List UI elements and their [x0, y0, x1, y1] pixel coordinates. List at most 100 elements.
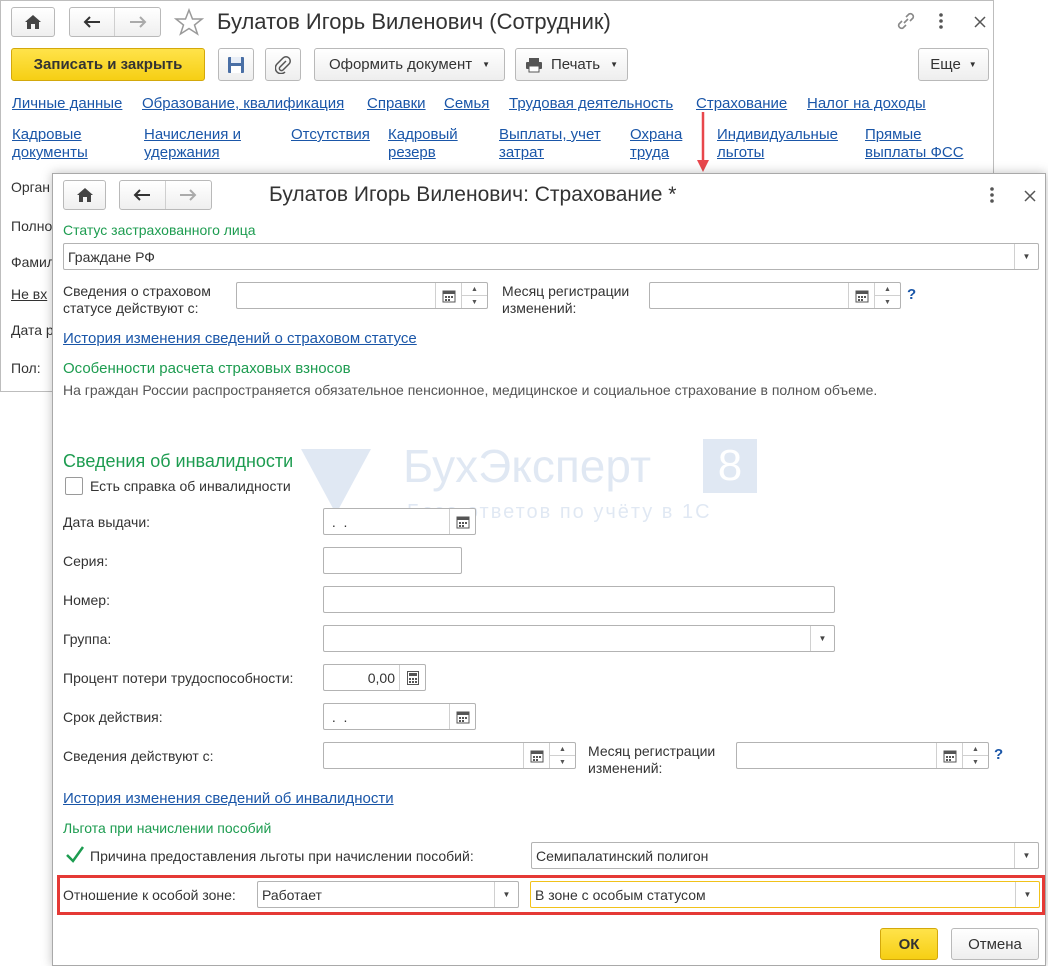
tab-income-tax[interactable]: Налог на доходы: [807, 95, 926, 113]
spin-up-icon[interactable]: ▲: [462, 283, 487, 296]
calendar-icon[interactable]: [848, 283, 874, 308]
tab-personal[interactable]: Личные данные: [12, 95, 122, 113]
calculator-icon[interactable]: [399, 665, 425, 690]
home-button[interactable]: [11, 7, 55, 37]
issue-date-input[interactable]: . .: [323, 508, 476, 535]
forward-arrow-icon[interactable]: [166, 181, 212, 209]
dropdown-arrow-icon[interactable]: ▼: [1014, 244, 1038, 269]
spin-down-icon[interactable]: ▼: [963, 756, 988, 768]
tab-individual-benefits[interactable]: Индивидуальные льготы: [717, 126, 838, 162]
insured-status-select[interactable]: Граждане РФ ▼: [63, 243, 1039, 270]
forward-arrow-icon[interactable]: [115, 8, 160, 36]
group-select[interactable]: ▼: [323, 625, 835, 652]
spin-buttons[interactable]: ▲ ▼: [549, 743, 575, 768]
calendar-icon[interactable]: [449, 704, 475, 729]
calendar-icon[interactable]: [523, 743, 549, 768]
more-vert-icon[interactable]: [989, 186, 995, 207]
star-icon[interactable]: [173, 7, 205, 39]
spin-up-icon[interactable]: ▲: [550, 743, 575, 756]
save-button[interactable]: [218, 48, 254, 81]
tab-hr-documents[interactable]: Кадровые документы: [12, 126, 88, 162]
loss-percent-value: 0,00: [367, 669, 395, 686]
more-button[interactable]: Еще ▼: [918, 48, 989, 81]
registration-month-input[interactable]: ▲ ▼: [649, 282, 901, 309]
effective-from-input[interactable]: ▲ ▼: [323, 742, 576, 769]
help-icon[interactable]: ?: [994, 746, 1003, 763]
cancel-button[interactable]: Отмена: [951, 928, 1039, 960]
tab-label: Выплаты, учет: [499, 126, 601, 143]
history-status-link[interactable]: История изменения сведений о страховом с…: [63, 330, 417, 348]
more-vert-icon[interactable]: [938, 12, 944, 33]
tab-label: затрат: [499, 144, 544, 161]
tab-labor-safety[interactable]: Охрана труда: [630, 126, 682, 162]
history-disability-link[interactable]: История изменения сведений об инвалиднос…: [63, 790, 394, 808]
has-certificate-checkbox[interactable]: [65, 477, 83, 495]
contributions-header: Особенности расчета страховых взносов: [63, 360, 351, 377]
benefit-reason-select[interactable]: Семипалатинский полигон ▼: [531, 842, 1039, 869]
tab-insurance[interactable]: Страхование: [696, 95, 787, 113]
dropdown-arrow-icon: ▼: [968, 60, 977, 69]
attach-button[interactable]: [265, 48, 301, 81]
number-label: Номер:: [63, 592, 110, 608]
tab-label: Индивидуальные: [717, 126, 838, 143]
tab-accruals[interactable]: Начисления и удержания: [144, 126, 241, 162]
registration-month-2-label: Месяц регистрации изменений:: [588, 743, 715, 777]
series-input[interactable]: [323, 547, 462, 574]
status-effective-date-input[interactable]: ▲ ▼: [236, 282, 488, 309]
number-input[interactable]: [323, 586, 835, 613]
dropdown-arrow-icon[interactable]: ▼: [1014, 843, 1038, 868]
floppy-icon: [228, 56, 244, 73]
status-effective-label: Сведения о страховом статусе действуют с…: [63, 283, 211, 317]
calendar-icon[interactable]: [435, 283, 461, 308]
close-icon[interactable]: [1024, 189, 1036, 205]
dropdown-arrow-icon[interactable]: ▼: [810, 626, 834, 651]
tab-education[interactable]: Образование, квалификация: [142, 95, 344, 113]
tab-family[interactable]: Семья: [444, 95, 489, 113]
validity-input[interactable]: . .: [323, 703, 476, 730]
tab-employment[interactable]: Трудовая деятельность: [509, 95, 673, 113]
spin-buttons[interactable]: ▲ ▼: [962, 743, 988, 768]
tab-hr-reserve[interactable]: Кадровый резерв: [388, 126, 458, 162]
tab-absences[interactable]: Отсутствия: [291, 126, 370, 144]
tab-payments[interactable]: Выплаты, учет затрат: [499, 126, 601, 162]
validity-value: . .: [328, 708, 348, 725]
tab-label: Прямые: [865, 126, 922, 143]
print-label: Печать: [550, 56, 601, 73]
spin-buttons[interactable]: ▲ ▼: [874, 283, 900, 308]
tab-label: документы: [12, 144, 88, 161]
link-icon[interactable]: [896, 11, 916, 34]
tab-fss-payments[interactable]: Прямые выплаты ФСС: [865, 126, 964, 162]
back-arrow-icon[interactable]: [70, 8, 116, 36]
tab-certificates[interactable]: Справки: [367, 95, 426, 113]
insurance-dialog: БухЭксперт 8 База ответов по учёту в 1С …: [52, 173, 1046, 966]
issue-date-label: Дата выдачи:: [63, 514, 151, 530]
insured-status-header: Статус застрахованного лица: [63, 222, 256, 238]
dropdown-arrow-icon[interactable]: ▼: [1015, 882, 1039, 907]
calendar-icon[interactable]: [936, 743, 962, 768]
registration-month-2-input[interactable]: ▲ ▼: [736, 742, 989, 769]
create-document-button[interactable]: Оформить документ ▼: [314, 48, 505, 81]
help-icon[interactable]: ?: [907, 286, 916, 303]
dialog-title: Булатов Игорь Виленович: Страхование *: [269, 183, 677, 206]
dropdown-arrow-icon[interactable]: ▼: [494, 882, 518, 907]
spin-down-icon[interactable]: ▼: [462, 296, 487, 308]
spin-up-icon[interactable]: ▲: [875, 283, 900, 296]
side-link[interactable]: Не вх: [11, 286, 47, 303]
calendar-icon[interactable]: [449, 509, 475, 534]
close-icon[interactable]: [974, 15, 986, 31]
zone-relation-select[interactable]: Работает ▼: [257, 881, 519, 908]
print-button[interactable]: Печать ▼: [515, 48, 628, 81]
save-and-close-button[interactable]: Записать и закрыть: [11, 48, 205, 81]
ok-button[interactable]: ОК: [880, 928, 938, 960]
spin-down-icon[interactable]: ▼: [875, 296, 900, 308]
spin-down-icon[interactable]: ▼: [550, 756, 575, 768]
spin-buttons[interactable]: ▲ ▼: [461, 283, 487, 308]
zone-status-select[interactable]: В зоне с особым статусом ▼: [530, 881, 1040, 908]
back-arrow-icon[interactable]: [120, 181, 166, 209]
history-nav: [69, 7, 161, 37]
has-certificate-label: Есть справка об инвалидности: [90, 478, 291, 494]
benefit-reason-checkbox[interactable]: [65, 845, 85, 865]
dialog-home-button[interactable]: [63, 180, 106, 210]
spin-up-icon[interactable]: ▲: [963, 743, 988, 756]
loss-percent-input[interactable]: 0,00: [323, 664, 426, 691]
